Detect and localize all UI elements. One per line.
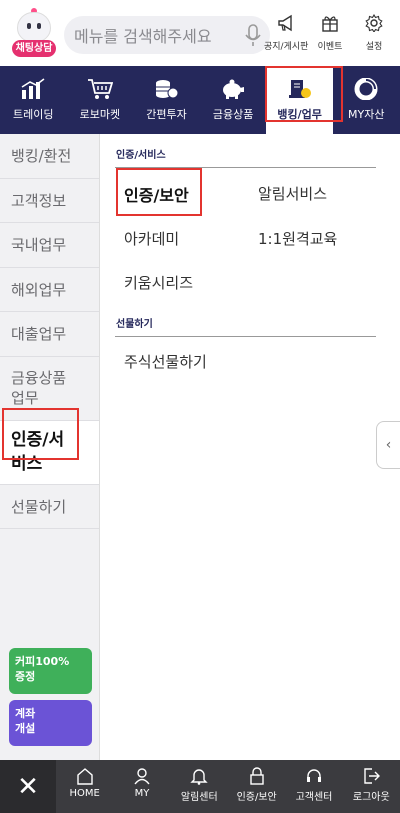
donut-chart-icon (354, 78, 378, 100)
notice-board-button[interactable]: 공지/게시판 (264, 14, 308, 53)
link-remote-education[interactable]: 1:1원격교육 (258, 228, 337, 249)
robot-icon (17, 12, 51, 42)
bottom-support-button[interactable]: 고객센터 (285, 760, 342, 813)
bottom-home-button[interactable]: HOME (56, 760, 113, 813)
chatbot-button[interactable]: 채팅상담 (8, 8, 60, 60)
event-button[interactable]: 이벤트 (308, 14, 352, 53)
section-title-auth-service: 인증/서비스 (116, 150, 166, 161)
bottom-my-button[interactable]: MY (113, 760, 170, 813)
nav-label: 금융상품 (212, 108, 254, 121)
promo-label: 계좌 개설 (15, 707, 36, 735)
search-placeholder: 메뉴를 검색해주세요 (74, 27, 212, 46)
close-menu-button[interactable]: ✕ (0, 760, 56, 813)
sidebar-item-loan[interactable]: 대출업무 (0, 312, 99, 357)
nav-label: 로보마켓 (79, 108, 121, 121)
link-alert-service[interactable]: 알림서비스 (258, 183, 327, 204)
section-title-gift: 선물하기 (116, 319, 153, 330)
sidebar-item-auth-service[interactable]: 인증/서 비스 (0, 420, 99, 485)
promo-coffee-banner[interactable]: 커피100% 증정 (9, 648, 92, 694)
headset-icon (306, 769, 321, 782)
sidebar-item-gift[interactable]: 선물하기 (0, 485, 99, 529)
banking-icon (288, 80, 311, 98)
logout-icon (364, 768, 381, 784)
nav-label: MY자산 (348, 108, 385, 121)
link-kiwoom-series[interactable]: 키움시리즈 (124, 272, 193, 293)
divider (115, 336, 376, 337)
nav-item-banking[interactable]: 뱅킹/업무 (266, 66, 333, 134)
app-header: 채팅상담 메뉴를 검색해주세요 공지/게시판 이벤트 설정 (0, 0, 400, 66)
nav-label: 트레이딩 (13, 108, 54, 121)
bottom-label: MY (134, 788, 150, 799)
gift-icon (322, 16, 338, 32)
nav-item-financial-products[interactable]: 금융상품 (200, 66, 267, 134)
close-icon: ✕ (17, 771, 39, 802)
user-icon (134, 768, 150, 785)
sidebar-item-financial-products[interactable]: 금융상품 업무 (0, 357, 99, 421)
sidebar-item-overseas[interactable]: 해외업무 (0, 268, 99, 312)
bottom-auth-button[interactable]: 인증/보안 (228, 760, 285, 813)
nav-item-robomarket[interactable]: 로보마켓 (67, 66, 134, 134)
bottom-label: 알림센터 (180, 792, 218, 803)
nav-item-my-assets[interactable]: MY자산 (333, 66, 400, 134)
bottom-notification-button[interactable]: 알림센터 (171, 760, 228, 813)
event-label: 이벤트 (317, 42, 343, 52)
settings-button[interactable]: 설정 (352, 14, 396, 53)
piggy-bank-icon (223, 79, 245, 99)
nav-item-trading[interactable]: 트레이딩 (0, 66, 67, 134)
chatbot-label: 채팅상담 (12, 40, 56, 57)
promo-account-banner[interactable]: 계좌 개설 (9, 700, 92, 746)
sidebar-item-label: 금융상품 업무 (11, 369, 67, 407)
home-icon (76, 768, 93, 785)
lock-icon (249, 767, 264, 785)
link-auth-security[interactable]: 인증/보안 (124, 182, 189, 206)
bell-icon (190, 769, 209, 785)
bottom-label: 인증/보안 (236, 792, 277, 803)
sidebar-item-label: 인증/서 비스 (11, 430, 65, 474)
sidebar-item-domestic[interactable]: 국내업무 (0, 223, 99, 268)
search-input[interactable]: 메뉴를 검색해주세요 (64, 16, 270, 54)
nav-label: 뱅킹/업무 (277, 108, 322, 121)
settings-label: 설정 (365, 42, 383, 52)
link-academy[interactable]: 아카데미 (124, 228, 179, 249)
divider (115, 167, 376, 168)
link-stock-gift[interactable]: 주식선물하기 (124, 351, 207, 372)
megaphone-icon (278, 14, 292, 32)
cart-icon (87, 79, 113, 99)
main-nav: 트레이딩 로보마켓 간편투자 금융상품 뱅킹/업무 MY자산 (0, 66, 400, 134)
bottom-label: 고객센터 (295, 792, 333, 803)
nav-item-simple-invest[interactable]: 간편투자 (133, 66, 200, 134)
sidebar-item-customer-info[interactable]: 고객정보 (0, 179, 99, 223)
chart-icon (21, 78, 45, 99)
nav-label: 간편투자 (146, 108, 187, 121)
promo-label: 커피100% 증정 (15, 655, 70, 683)
gear-icon (365, 14, 383, 32)
bottom-label: HOME (69, 788, 100, 799)
notice-board-label: 공지/게시판 (264, 42, 309, 52)
panel-toggle-button[interactable]: ‹ (376, 421, 400, 469)
sidebar-item-banking-exchange[interactable]: 뱅킹/환전 (0, 134, 99, 179)
bottom-bar: ✕ HOME MY 알림센터 인증/보안 고객센터 로그아웃 (0, 760, 400, 813)
bottom-label: 로그아웃 (352, 792, 390, 803)
bottom-logout-button[interactable]: 로그아웃 (343, 760, 400, 813)
coins-icon (156, 80, 179, 99)
chevron-left-icon: ‹ (385, 437, 392, 453)
